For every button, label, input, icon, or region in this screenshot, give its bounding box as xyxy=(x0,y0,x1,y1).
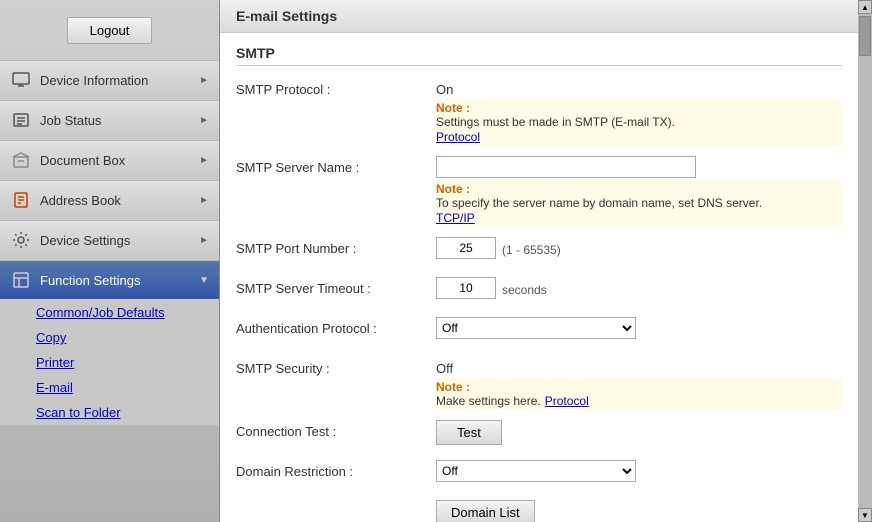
sidebar-item-label-job-status: Job Status xyxy=(40,113,199,128)
scroll-thumb[interactable] xyxy=(859,16,871,56)
domain-list-spacer xyxy=(236,500,436,504)
book-icon xyxy=(10,189,32,211)
function-settings-submenu: Common/Job Defaults Copy Printer E-mail … xyxy=(0,300,219,426)
smtp-port-number-value-area: (1 - 65535) xyxy=(436,237,842,259)
chevron-right-icon-device-settings: ► xyxy=(199,235,209,246)
function-icon xyxy=(10,269,32,291)
smtp-server-name-value-area: Note : To specify the server name by dom… xyxy=(436,156,842,227)
domain-restriction-value-area: Off On xyxy=(436,460,842,482)
authentication-protocol-label: Authentication Protocol : xyxy=(236,317,436,336)
settings-icon xyxy=(10,229,32,251)
box-icon xyxy=(10,149,32,171)
domain-list-row: Domain List xyxy=(236,500,842,522)
sidebar-top: Logout xyxy=(0,0,219,60)
connection-test-label: Connection Test : xyxy=(236,420,436,439)
page-title: E-mail Settings xyxy=(220,0,858,33)
submenu-item-email[interactable]: E-mail xyxy=(0,375,219,400)
sidebar-item-job-status[interactable]: Job Status ► xyxy=(0,100,219,140)
note3-link[interactable]: Protocol xyxy=(545,394,589,408)
chevron-right-icon-address-book: ► xyxy=(199,195,209,206)
smtp-port-number-label: SMTP Port Number : xyxy=(236,237,436,256)
note1-text: Settings must be made in SMTP (E-mail TX… xyxy=(436,115,842,129)
smtp-protocol-label: SMTP Protocol : xyxy=(236,78,436,97)
monitor-icon xyxy=(10,69,32,91)
authentication-protocol-select[interactable]: Off POP before SMTP SMTP Authentication xyxy=(436,317,636,339)
smtp-server-timeout-row: SMTP Server Timeout : seconds xyxy=(236,277,842,307)
sidebar-item-label-document-box: Document Box xyxy=(40,153,199,168)
chevron-right-icon-job-status: ► xyxy=(199,115,209,126)
scroll-up-arrow[interactable]: ▲ xyxy=(858,0,872,14)
note1-link[interactable]: Protocol xyxy=(436,130,480,144)
smtp-server-name-row: SMTP Server Name : Note : To specify the… xyxy=(236,156,842,227)
smtp-server-timeout-label: SMTP Server Timeout : xyxy=(236,277,436,296)
smtp-security-value: Off xyxy=(436,357,842,376)
sidebar-item-label-address-book: Address Book xyxy=(40,193,199,208)
note1-label: Note : xyxy=(436,101,842,115)
note3-label: Note : xyxy=(436,380,842,394)
smtp-protocol-value: On xyxy=(436,78,842,97)
smtp-protocol-note: Note : Settings must be made in SMTP (E-… xyxy=(436,99,842,146)
section-smtp: SMTP xyxy=(236,45,842,66)
submenu-item-common-job-defaults[interactable]: Common/Job Defaults xyxy=(0,300,219,325)
smtp-security-value-area: Off Note : Make settings here. Protocol xyxy=(436,357,842,410)
submenu-item-copy[interactable]: Copy xyxy=(0,325,219,350)
logout-button[interactable]: Logout xyxy=(67,17,153,44)
sidebar-item-label-device-information: Device Information xyxy=(40,73,199,88)
smtp-server-timeout-input[interactable] xyxy=(436,277,496,299)
list-icon xyxy=(10,109,32,131)
content-area: SMTP SMTP Protocol : On Note : Settings … xyxy=(220,33,858,522)
sidebar: Logout Device Information ► Job Status ► xyxy=(0,0,220,522)
sidebar-item-label-device-settings: Device Settings xyxy=(40,233,199,248)
scroll-track xyxy=(858,14,872,508)
note2-link[interactable]: TCP/IP xyxy=(436,211,475,225)
connection-test-row: Connection Test : Test xyxy=(236,420,842,450)
sidebar-item-label-function-settings: Function Settings xyxy=(40,273,199,288)
outer-scrollbar: ▲ ▼ xyxy=(858,0,872,522)
sidebar-item-device-settings[interactable]: Device Settings ► xyxy=(0,220,219,260)
submenu-item-printer[interactable]: Printer xyxy=(0,350,219,375)
sidebar-item-document-box[interactable]: Document Box ► xyxy=(0,140,219,180)
smtp-security-row: SMTP Security : Off Note : Make settings… xyxy=(236,357,842,410)
connection-test-button[interactable]: Test xyxy=(436,420,502,445)
domain-restriction-label: Domain Restriction : xyxy=(236,460,436,479)
smtp-server-timeout-value-area: seconds xyxy=(436,277,842,299)
domain-list-button[interactable]: Domain List xyxy=(436,500,535,522)
smtp-port-number-row: SMTP Port Number : (1 - 65535) xyxy=(236,237,842,267)
sidebar-item-device-information[interactable]: Device Information ► xyxy=(0,60,219,100)
chevron-down-icon-function-settings: ▼ xyxy=(199,275,209,286)
authentication-protocol-row: Authentication Protocol : Off POP before… xyxy=(236,317,842,347)
smtp-security-note: Note : Make settings here. Protocol xyxy=(436,378,842,410)
note2-label: Note : xyxy=(436,182,842,196)
sidebar-item-address-book[interactable]: Address Book ► xyxy=(0,180,219,220)
smtp-port-number-input[interactable] xyxy=(436,237,496,259)
smtp-server-name-input[interactable] xyxy=(436,156,696,178)
smtp-server-name-label: SMTP Server Name : xyxy=(236,156,436,175)
scroll-down-arrow[interactable]: ▼ xyxy=(858,508,872,522)
authentication-protocol-value-area: Off POP before SMTP SMTP Authentication xyxy=(436,317,842,339)
smtp-security-label: SMTP Security : xyxy=(236,357,436,376)
domain-restriction-select[interactable]: Off On xyxy=(436,460,636,482)
connection-test-value-area: Test xyxy=(436,420,842,445)
chevron-right-icon-device-info: ► xyxy=(199,75,209,86)
submenu-item-scan-to-folder[interactable]: Scan to Folder xyxy=(0,400,219,425)
sidebar-item-function-settings[interactable]: Function Settings ▼ xyxy=(0,260,219,300)
main-content: E-mail Settings SMTP SMTP Protocol : On … xyxy=(220,0,858,522)
chevron-right-icon-document-box: ► xyxy=(199,155,209,166)
domain-restriction-row: Domain Restriction : Off On xyxy=(236,460,842,490)
smtp-server-timeout-unit: seconds xyxy=(502,280,547,297)
domain-list-value-area: Domain List xyxy=(436,500,842,522)
smtp-protocol-row: SMTP Protocol : On Note : Settings must … xyxy=(236,78,842,146)
smtp-port-range: (1 - 65535) xyxy=(502,240,561,257)
note2-text: To specify the server name by domain nam… xyxy=(436,196,842,210)
smtp-server-note: Note : To specify the server name by dom… xyxy=(436,180,842,227)
smtp-protocol-value-area: On Note : Settings must be made in SMTP … xyxy=(436,78,842,146)
note3-text: Make settings here. xyxy=(436,394,541,408)
